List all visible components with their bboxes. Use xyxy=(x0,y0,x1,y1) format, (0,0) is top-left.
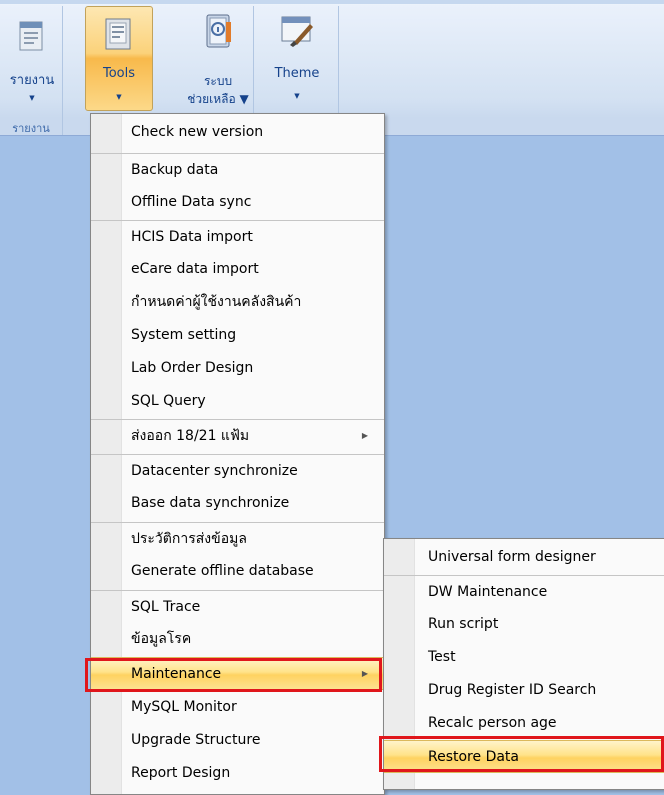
menu-item-upgrade-structure[interactable]: Upgrade Structure xyxy=(91,724,384,757)
menu-item-sql-trace[interactable]: SQL Trace xyxy=(91,590,384,623)
menu-item-label: Backup data xyxy=(131,162,219,178)
theme-button-label: Theme xyxy=(274,66,320,81)
menu-item-label: Recalc person age xyxy=(428,715,557,731)
menu-item-label: eCare data import xyxy=(131,261,259,277)
menu-item-label: ข้อมูลโรค xyxy=(131,631,192,647)
menu-item-label: Lab Order Design xyxy=(131,360,254,376)
menu-item-offline-data-sync[interactable]: Offline Data sync xyxy=(91,186,384,219)
menu-item-export-18-21-files[interactable]: ส่งออก 18/21 แฟ้ม ▶ xyxy=(91,419,384,452)
menu-item-label: ส่งออก 18/21 แฟ้ม xyxy=(131,428,250,444)
menu-item-label: HCIS Data import xyxy=(131,229,253,245)
tools-button-label: Tools xyxy=(102,66,136,81)
help-system-label-line2: ช่วยเหลือ ▼ xyxy=(187,92,249,106)
menu-item-label: Maintenance xyxy=(131,666,222,682)
menu-item-maintenance[interactable]: Maintenance ▶ xyxy=(91,657,384,690)
report-button-label: รายงาน xyxy=(9,73,55,88)
menu-item-disease-data[interactable]: ข้อมูลโรค xyxy=(91,623,384,656)
menu-item-run-script[interactable]: Run script xyxy=(384,608,664,641)
menu-item-label: Run script xyxy=(428,616,499,632)
menu-item-label: Restore Data xyxy=(428,749,519,765)
menu-item-report-design[interactable]: Report Design xyxy=(91,757,384,790)
tools-button[interactable]: Tools ▼ xyxy=(85,6,153,111)
menu-item-label: Drug Register ID Search xyxy=(428,682,597,698)
menu-item-backup-data[interactable]: Backup data xyxy=(91,153,384,186)
menu-item-generate-offline-database[interactable]: Generate offline database xyxy=(91,555,384,588)
ribbon-group-theme: Theme ▼ xyxy=(256,6,339,118)
menu-item-label: Base data synchronize xyxy=(131,495,290,511)
menu-item-drug-register-id-search[interactable]: Drug Register ID Search xyxy=(384,674,664,707)
menu-item-lab-order-design[interactable]: Lab Order Design xyxy=(91,352,384,385)
theme-dropdown-arrow-icon: ▼ xyxy=(294,92,300,100)
menu-item-warehouse-user-settings[interactable]: กำหนดค่าผู้ใช้งานคลังสินค้า xyxy=(91,286,384,319)
menu-item-label: Test xyxy=(428,649,456,665)
theme-button[interactable]: Theme ▼ xyxy=(262,6,332,106)
menu-item-base-data-synchronize[interactable]: Base data synchronize xyxy=(91,487,384,520)
menu-item-label: Upgrade Structure xyxy=(131,732,261,748)
menu-item-label: ประวัติการส่งข้อมูล xyxy=(131,531,247,547)
submenu-arrow-icon: ▶ xyxy=(361,669,368,678)
help-system-label: ระบบ xyxy=(203,74,233,88)
menu-item-label: Universal form designer xyxy=(428,549,596,565)
menu-item-test[interactable]: Test xyxy=(384,641,664,674)
report-button[interactable]: รายงาน ▼ xyxy=(4,6,60,106)
ribbon-group-label: รายงาน xyxy=(12,122,50,135)
menu-item-label: กำหนดค่าผู้ใช้งานคลังสินค้า xyxy=(131,294,302,310)
tools-dropdown-arrow-icon: ▼ xyxy=(116,93,122,101)
menu-item-datacenter-synchronize[interactable]: Datacenter synchronize xyxy=(91,454,384,487)
ribbon-top-strip xyxy=(0,0,664,4)
menu-item-send-history[interactable]: ประวัติการส่งข้อมูล xyxy=(91,522,384,555)
menu-item-restore-data[interactable]: Restore Data xyxy=(384,740,664,773)
menu-item-label: Generate offline database xyxy=(131,563,314,579)
menu-item-label: DW Maintenance xyxy=(428,584,548,600)
help-book-icon xyxy=(202,12,234,55)
menu-item-label: Check new version xyxy=(131,124,264,140)
menu-item-label: MySQL Monitor xyxy=(131,699,237,715)
report-dropdown-arrow-icon: ▼ xyxy=(29,94,35,102)
menu-item-dw-maintenance[interactable]: DW Maintenance xyxy=(384,575,664,608)
menu-item-system-setting[interactable]: System setting xyxy=(91,319,384,352)
menu-item-mysql-monitor[interactable]: MySQL Monitor xyxy=(91,691,384,724)
tools-icon xyxy=(103,15,133,54)
theme-brush-icon xyxy=(280,14,314,51)
menu-item-hcis-data-import[interactable]: HCIS Data import xyxy=(91,220,384,253)
maintenance-submenu: Universal form designer DW Maintenance R… xyxy=(383,538,664,790)
menu-item-recalc-person-age[interactable]: Recalc person age xyxy=(384,707,664,740)
menu-item-ecare-data-import[interactable]: eCare data import xyxy=(91,253,384,286)
ribbon-group-divider xyxy=(62,116,63,135)
tools-dropdown-menu: Check new version Backup data Offline Da… xyxy=(90,113,385,795)
ribbon-group-tools: Tools ▼ ระบบ ช่วยเหลือ ▼ xyxy=(83,6,254,118)
menu-item-sql-query[interactable]: SQL Query xyxy=(91,385,384,418)
menu-item-universal-form-designer[interactable]: Universal form designer xyxy=(384,541,664,574)
menu-item-label: Offline Data sync xyxy=(131,194,252,210)
help-system-button[interactable]: ระบบ ช่วยเหลือ ▼ xyxy=(185,6,251,106)
ribbon-group-report: รายงาน ▼ xyxy=(0,6,63,118)
submenu-arrow-icon: ▶ xyxy=(361,431,368,440)
menu-item-label: SQL Trace xyxy=(131,599,201,615)
menu-item-label: System setting xyxy=(131,327,237,343)
menu-item-label: Report Design xyxy=(131,765,231,781)
report-icon xyxy=(16,18,46,55)
menu-item-check-new-version[interactable]: Check new version xyxy=(91,116,384,149)
menu-item-label: Datacenter synchronize xyxy=(131,463,298,479)
menu-item-label: SQL Query xyxy=(131,393,206,409)
